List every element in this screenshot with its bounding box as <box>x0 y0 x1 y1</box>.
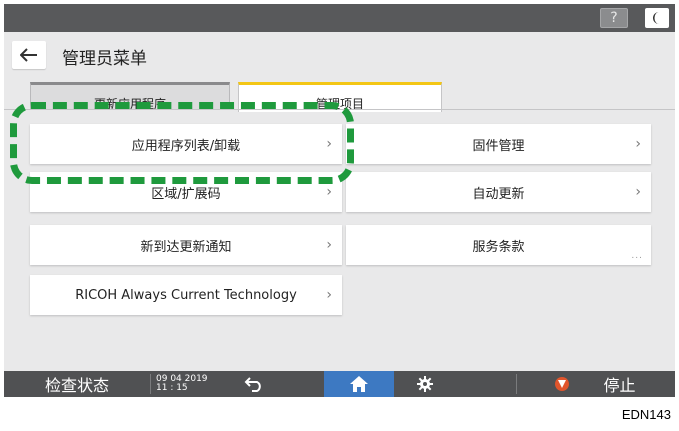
settings-button[interactable] <box>394 371 456 397</box>
menu-item-label: 应用程序列表/卸载 <box>131 138 241 154</box>
menu-item-firmware-management[interactable]: 固件管理 › <box>346 124 651 164</box>
home-button[interactable] <box>324 371 394 397</box>
menu-item-ricoh-always-current[interactable]: RICOH Always Current Technology › <box>30 275 342 315</box>
chevron-right-icon: › <box>635 136 641 152</box>
menu-item-label: RICOH Always Current Technology <box>75 287 297 303</box>
moon-icon <box>653 12 659 24</box>
menu-item-new-update-notification[interactable]: 新到达更新通知 › <box>30 225 342 265</box>
top-status-bar: ? <box>4 4 675 32</box>
date-time-display: 09 04 2019 11 : 15 <box>152 371 222 397</box>
chevron-right-icon: › <box>326 136 332 152</box>
time-text: 11 : 15 <box>156 383 188 393</box>
tab-bar: 更新应用程序 管理项目 <box>4 76 675 112</box>
menu-item-label: 新到达更新通知 <box>140 239 232 255</box>
menu-item-auto-update[interactable]: 自动更新 › <box>346 172 651 212</box>
menu-item-terms-of-service[interactable]: 服务条款 ... <box>346 225 651 265</box>
check-status-label: 检查状态 <box>44 376 109 395</box>
menu-item-label: 区域/扩展码 <box>151 186 221 202</box>
return-arrow-icon <box>244 377 261 392</box>
chevron-right-icon: › <box>635 184 641 200</box>
menu-item-label: 自动更新 <box>472 186 525 202</box>
return-button[interactable] <box>222 371 286 397</box>
night-mode-button[interactable] <box>645 8 669 28</box>
menu-item-label: 固件管理 <box>472 138 525 154</box>
tab-divider <box>4 109 675 110</box>
tab-management-items[interactable]: 管理项目 <box>238 82 442 112</box>
chevron-right-icon: › <box>326 287 332 303</box>
tab-update-apps[interactable]: 更新应用程序 <box>30 82 230 111</box>
bottom-bar: 检查状态 09 04 2019 11 : 15 停止 <box>4 371 675 397</box>
menu-item-region-extension-code[interactable]: 区域/扩展码 › <box>30 172 342 212</box>
home-icon <box>350 376 368 392</box>
page-title: 管理员菜单 <box>62 49 147 69</box>
help-button[interactable]: ? <box>600 8 628 28</box>
stop-icon <box>555 377 570 391</box>
title-bar: 管理员菜单 <box>4 32 675 76</box>
figure-caption: EDN143 <box>621 407 671 422</box>
chevron-right-icon: › <box>326 184 332 200</box>
divider <box>150 374 151 394</box>
chevron-right-icon: › <box>326 237 332 253</box>
check-status-button[interactable]: 检查状态 <box>4 371 150 397</box>
more-indicator: ... <box>631 251 643 261</box>
menu-item-label: 服务条款 <box>472 239 525 255</box>
stop-label: 停止 <box>603 376 636 395</box>
device-screen: ? 管理员菜单 更新应用程序 管理项目 应用程序列表/卸载 › 区域/扩展码 › <box>4 4 675 397</box>
back-button[interactable] <box>12 41 46 69</box>
back-arrow-icon <box>20 48 37 62</box>
gear-icon <box>417 376 433 392</box>
stop-button[interactable]: 停止 <box>516 371 675 397</box>
menu-item-app-list-uninstall[interactable]: 应用程序列表/卸载 › <box>30 124 342 164</box>
help-icon: ? <box>610 10 618 26</box>
